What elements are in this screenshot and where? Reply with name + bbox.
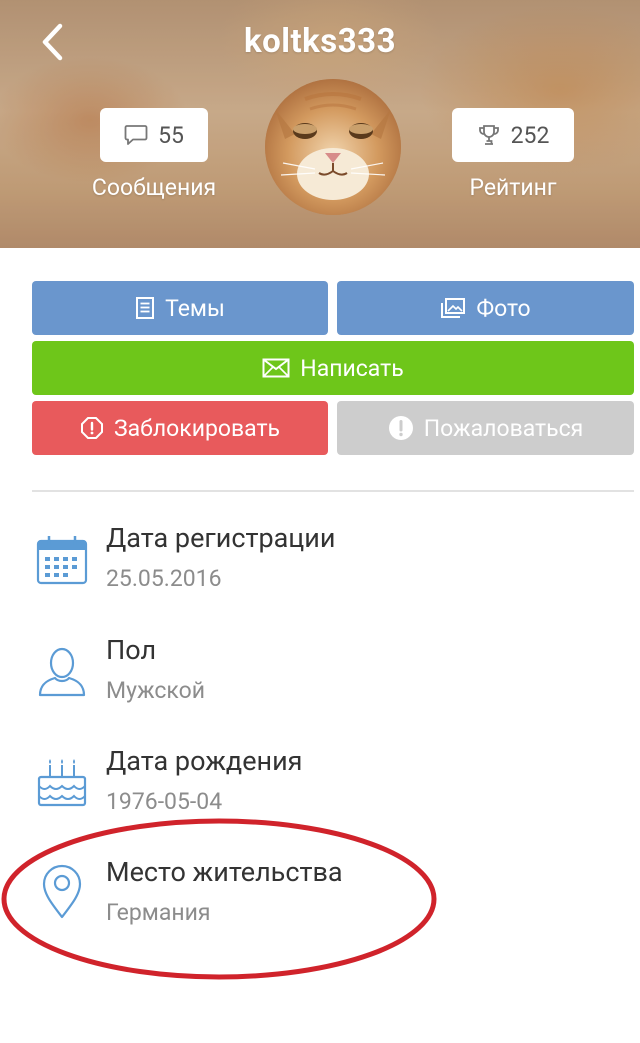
person-icon <box>34 643 90 699</box>
write-message-button[interactable]: Написать <box>32 341 634 395</box>
rating-count-button[interactable]: 252 <box>452 108 574 162</box>
photo-button[interactable]: Фото <box>337 281 634 335</box>
exclamation-icon <box>388 416 413 440</box>
gender-value: Мужской <box>106 677 205 704</box>
username-title: koltks333 <box>243 22 397 61</box>
messages-label: Сообщения <box>91 174 217 201</box>
cake-icon <box>34 755 90 811</box>
gender-title: Пол <box>106 634 157 666</box>
trophy-icon <box>478 125 499 145</box>
report-user-button[interactable]: Пожаловаться <box>337 401 634 455</box>
messages-count: 55 <box>158 121 184 149</box>
photo-gallery-icon <box>441 298 466 318</box>
section-divider <box>32 490 634 492</box>
rating-label: Рейтинг <box>469 174 557 201</box>
report-button-label: Пожаловаться <box>423 414 584 442</box>
birth-date-value: 1976-05-04 <box>106 788 223 815</box>
stop-sign-icon <box>80 417 103 439</box>
cat-avatar-image <box>265 79 401 215</box>
residence-title: Место жительства <box>106 856 343 888</box>
photo-button-label: Фото <box>476 294 531 322</box>
topics-button[interactable]: Темы <box>32 281 328 335</box>
rating-count: 252 <box>510 121 550 149</box>
birth-date-title: Дата рождения <box>106 745 303 777</box>
messages-count-button[interactable]: 55 <box>100 108 208 162</box>
avatar[interactable] <box>265 79 401 215</box>
envelope-icon <box>262 358 290 378</box>
location-pin-icon <box>34 864 90 920</box>
profile-header: koltks333 55 Сообщения 252 Рейтинг <box>0 0 640 248</box>
registration-date-title: Дата регистрации <box>106 522 336 554</box>
topics-button-label: Темы <box>165 294 225 322</box>
calendar-icon <box>34 532 90 588</box>
write-button-label: Написать <box>300 354 404 382</box>
registration-date-value: 25.05.2016 <box>106 565 222 592</box>
document-icon <box>136 297 155 319</box>
block-user-button[interactable]: Заблокировать <box>32 401 328 455</box>
block-button-label: Заблокировать <box>113 414 281 442</box>
residence-value: Германия <box>106 899 211 926</box>
speech-bubble-icon <box>124 125 148 145</box>
